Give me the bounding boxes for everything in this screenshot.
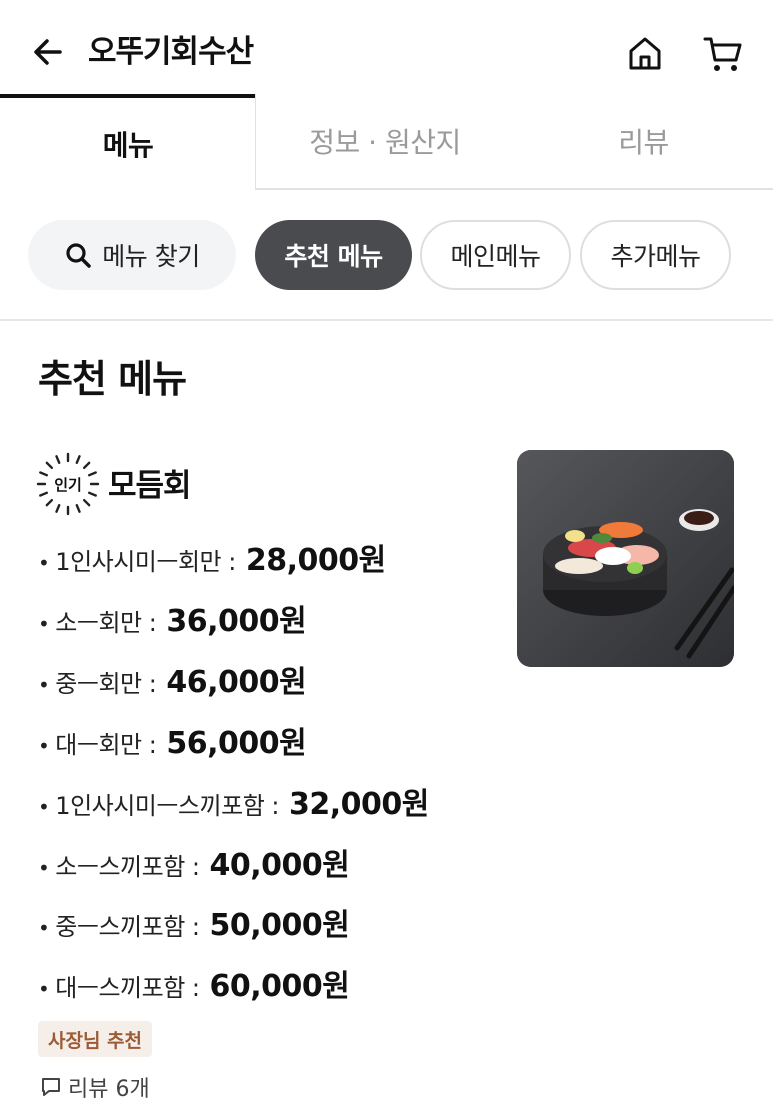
owner-recommend-tag: 사장님 추천 — [38, 1021, 153, 1057]
menu-filter-chips: 메뉴 찾기 추천 메뉴 메인메뉴 추가메뉴 — [0, 218, 773, 294]
search-icon — [64, 241, 92, 269]
item-name[interactable]: 모듬회 — [108, 460, 192, 505]
chip-extra-menu[interactable]: 추가메뉴 — [580, 220, 731, 290]
section-divider — [0, 319, 773, 321]
menu-search-label: 메뉴 찾기 — [102, 242, 200, 271]
popular-badge-label: 인기 — [54, 476, 82, 494]
arrow-left-icon — [34, 39, 62, 65]
option-price: 56,000원 — [166, 726, 307, 761]
option-price: 60,000원 — [209, 969, 350, 1004]
option-price: 36,000원 — [166, 604, 307, 639]
sashimi-photo-image — [517, 450, 734, 667]
review-count: 리뷰 6개 — [68, 1077, 150, 1102]
bullet: • — [38, 551, 50, 575]
bullet: • — [38, 673, 50, 697]
store-tabs: 메뉴 정보 · 원산지 리뷰 — [0, 94, 773, 190]
option-label: 중ㅡ스끼포함 : — [55, 913, 200, 941]
cart-button[interactable] — [698, 30, 748, 78]
bullet: • — [38, 977, 50, 1001]
section-title: 추천 메뉴 — [38, 357, 187, 401]
option-label: 소ㅡ스끼포함 : — [55, 853, 200, 881]
bullet: • — [38, 916, 50, 940]
tab-info-origin[interactable]: 정보 · 원산지 — [256, 94, 514, 190]
store-title: 오뚜기회수산 — [88, 34, 254, 70]
price-option: • 대ㅡ회만 : 56,000원 — [38, 718, 307, 762]
price-option: • 중ㅡ스끼포함 : 50,000원 — [38, 900, 350, 944]
price-option: • 대ㅡ스끼포함 : 60,000원 — [38, 961, 350, 1005]
option-label: 1인사시미ㅡ스끼포함 : — [55, 792, 280, 820]
back-button[interactable] — [28, 32, 68, 72]
home-icon — [629, 37, 661, 70]
price-option: • 1인사시미ㅡ스끼포함 : 32,000원 — [38, 779, 429, 823]
option-label: 1인사시미ㅡ회만 : — [55, 548, 236, 576]
price-option: • 중ㅡ회만 : 46,000원 — [38, 657, 307, 701]
option-price: 28,000원 — [245, 543, 386, 578]
speech-bubble-icon — [40, 1076, 62, 1098]
menu-search-button[interactable]: 메뉴 찾기 — [28, 220, 236, 290]
bullet: • — [38, 856, 50, 880]
app-header: 오뚜기회수산 — [0, 0, 773, 94]
popular-badge-icon: 인기 — [36, 452, 100, 516]
option-label: 소ㅡ회만 : — [55, 609, 157, 637]
chip-recommended-menu[interactable]: 추천 메뉴 — [255, 220, 412, 290]
option-label: 중ㅡ회만 : — [55, 670, 157, 698]
tab-review[interactable]: 리뷰 — [514, 94, 773, 190]
price-option: • 소ㅡ스끼포함 : 40,000원 — [38, 840, 350, 884]
store-menu-screen: 오뚜기회수산 메뉴 정보 · 원산지 리뷰 메뉴 찾기 추천 메뉴 메인메뉴 추… — [0, 0, 773, 1117]
chip-main-menu[interactable]: 메인메뉴 — [420, 220, 571, 290]
popular-badge: 인기 — [36, 452, 100, 516]
bullet: • — [38, 734, 50, 758]
cart-icon — [703, 37, 742, 71]
review-count-link[interactable]: 리뷰 6개 — [40, 1072, 150, 1102]
price-option: • 1인사시미ㅡ회만 : 28,000원 — [38, 535, 386, 579]
option-label: 대ㅡ스끼포함 : — [55, 974, 200, 1002]
bullet: • — [38, 612, 50, 636]
option-price: 50,000원 — [209, 908, 350, 943]
option-price: 46,000원 — [166, 665, 307, 700]
price-option: • 소ㅡ회만 : 36,000원 — [38, 596, 307, 640]
bullet: • — [38, 795, 50, 819]
option-price: 40,000원 — [209, 848, 350, 883]
option-price: 32,000원 — [289, 787, 429, 822]
tab-menu[interactable]: 메뉴 — [0, 94, 256, 190]
option-label: 대ㅡ회만 : — [55, 731, 157, 759]
item-photo[interactable] — [517, 450, 734, 667]
home-button[interactable] — [620, 30, 670, 78]
